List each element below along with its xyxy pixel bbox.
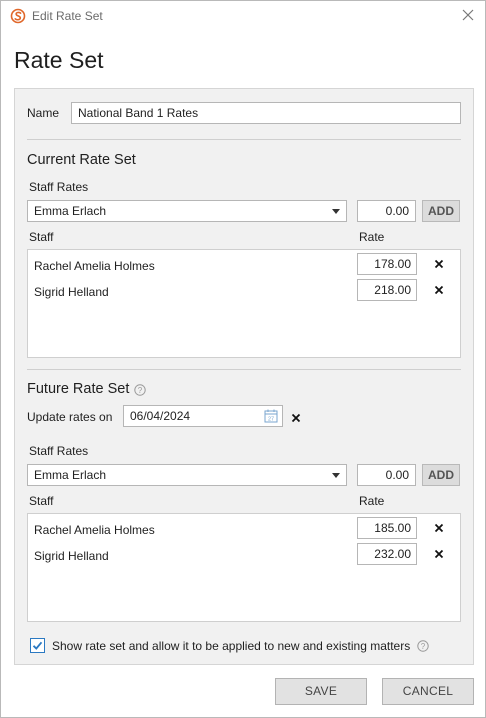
current-staff-rates-label: Staff Rates [29,180,89,194]
name-label: Name [27,106,60,120]
update-date-input[interactable]: 06/04/2024 27 [123,405,283,427]
clear-date-icon[interactable] [291,413,301,423]
rate-input[interactable]: 232.00 [357,543,417,565]
current-add-button[interactable]: ADD [422,200,460,222]
app-logo-icon [10,8,26,24]
update-rates-label: Update rates on [27,410,113,424]
svg-text:?: ? [138,386,143,395]
staff-name: Rachel Amelia Holmes [34,523,155,537]
close-icon[interactable] [460,7,476,23]
current-staff-select[interactable]: Emma Erlach [27,200,347,222]
staff-name: Sigrid Helland [34,549,109,563]
staff-name: Sigrid Helland [34,285,109,299]
chevron-down-icon [332,209,340,214]
save-button[interactable]: SAVE [275,678,367,705]
help-icon[interactable]: ? [134,384,146,396]
current-rate-set-title: Current Rate Set [27,152,136,168]
current-rates-list: Rachel Amelia Holmes 178.00 Sigrid Hella… [27,249,461,358]
current-col-staff: Staff [29,230,54,244]
current-staff-select-value: Emma Erlach [34,204,107,218]
future-staff-select[interactable]: Emma Erlach [27,464,347,486]
future-add-button[interactable]: ADD [422,464,460,486]
chevron-down-icon [332,473,340,478]
remove-icon[interactable] [434,549,444,559]
rate-input[interactable]: 218.00 [357,279,417,301]
show-rate-set-checkbox[interactable] [30,638,45,653]
divider [27,139,461,140]
rate-set-panel: Name National Band 1 Rates Current Rate … [14,88,474,665]
svg-text:27: 27 [268,417,274,423]
future-col-rate: Rate [359,494,385,508]
remove-icon[interactable] [434,285,444,295]
rate-input[interactable]: 178.00 [357,253,417,275]
current-new-rate-input[interactable]: 0.00 [357,200,416,222]
future-rates-list: Rachel Amelia Holmes 185.00 Sigrid Hella… [27,513,461,622]
name-input[interactable]: National Band 1 Rates [71,102,461,124]
future-staff-rates-label: Staff Rates [29,444,89,458]
staff-name: Rachel Amelia Holmes [34,259,155,273]
rate-input[interactable]: 185.00 [357,517,417,539]
future-new-rate-input[interactable]: 0.00 [357,464,416,486]
future-col-staff: Staff [29,494,54,508]
remove-icon[interactable] [434,259,444,269]
svg-text:?: ? [421,642,426,651]
future-staff-select-value: Emma Erlach [34,468,107,482]
divider [27,369,461,370]
edit-rate-set-dialog: Edit Rate Set Rate Set Name National Ban… [0,0,486,718]
future-rate-set-title: Future Rate Set [27,381,130,397]
calendar-icon[interactable]: 27 [264,409,278,423]
help-icon[interactable]: ? [417,640,429,652]
page-title: Rate Set [14,47,104,73]
checkmark-icon [32,641,43,650]
remove-icon[interactable] [434,523,444,533]
title-bar: Edit Rate Set [1,1,485,33]
update-date-value: 06/04/2024 [130,409,191,423]
window-title: Edit Rate Set [32,9,103,23]
cancel-button[interactable]: CANCEL [382,678,474,705]
current-col-rate: Rate [359,230,385,244]
show-rate-set-label: Show rate set and allow it to be applied… [52,639,411,653]
